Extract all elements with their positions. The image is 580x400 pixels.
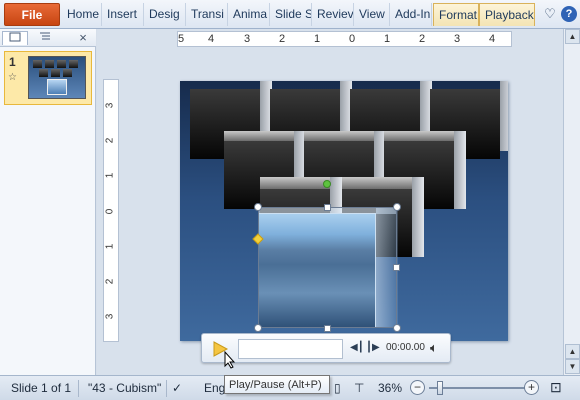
ruler-number: 2	[419, 33, 426, 45]
pane-tabs: ×	[0, 29, 96, 47]
outline-icon	[40, 32, 50, 40]
vertical-scrollbar[interactable]: ▲ ▲ ▼	[563, 29, 580, 375]
ruler-number: 4	[489, 33, 496, 45]
mouse-cursor-icon	[224, 350, 236, 372]
rotate-handle[interactable]	[323, 180, 331, 188]
vertical-ruler: 3 2 1 0 1 2 3	[103, 79, 119, 342]
tab-animations[interactable]: Anima	[228, 3, 270, 26]
ruler-number: 3	[454, 33, 461, 45]
step-forward-icon[interactable]: ┃▶	[366, 342, 380, 353]
ruler-number: 0	[349, 33, 356, 45]
slide-show-icon[interactable]: ⊤	[354, 381, 364, 395]
zoom-out-button[interactable]: −	[410, 380, 425, 395]
seek-bar[interactable]	[238, 339, 343, 359]
tab-design[interactable]: Desig	[144, 3, 186, 26]
minimize-ribbon-icon[interactable]: ♡	[542, 6, 558, 22]
media-controls: ◀┃ ┃▶ 00:00.00 🔈︎	[201, 333, 451, 363]
animation-star-icon: ☆	[8, 72, 17, 83]
tab-format[interactable]: Format	[433, 3, 479, 26]
ruler-number: 5	[178, 33, 185, 45]
ruler-number: 3	[104, 102, 116, 109]
ruler-number: 2	[279, 33, 286, 45]
tab-slide-show[interactable]: Slide S	[270, 3, 312, 26]
zoom-slider-thumb[interactable]	[437, 381, 443, 395]
slides-tab[interactable]	[2, 31, 28, 45]
outline-tab[interactable]	[32, 31, 58, 45]
ruler-number: 2	[104, 278, 116, 285]
resize-handle[interactable]	[393, 324, 401, 332]
resize-handle[interactable]	[393, 203, 401, 211]
ruler-number: 3	[244, 33, 251, 45]
resize-handle[interactable]	[324, 325, 331, 332]
ruler-number: 1	[314, 33, 321, 45]
ruler-number: 1	[384, 33, 391, 45]
tab-transitions[interactable]: Transi	[186, 3, 228, 26]
zoom-level[interactable]: 36%	[378, 381, 402, 395]
tab-insert[interactable]: Insert	[102, 3, 144, 26]
slide-number: 1	[9, 55, 16, 69]
volume-icon[interactable]: 🔈︎	[430, 340, 438, 356]
help-icon[interactable]: ?	[561, 6, 577, 22]
ruler-number: 2	[104, 137, 116, 144]
resize-handle[interactable]	[324, 204, 331, 211]
selection-box	[258, 207, 397, 328]
ruler-number: 1	[104, 172, 116, 179]
resize-handle[interactable]	[254, 203, 262, 211]
slide-thumbnail-selected[interactable]: 1 ☆	[4, 51, 92, 105]
slide-thumbnail-image	[28, 56, 86, 99]
tooltip: Play/Pause (Alt+P)	[224, 375, 330, 394]
tab-home[interactable]: Home	[62, 3, 102, 26]
tab-view[interactable]: View	[354, 3, 390, 26]
close-pane-icon[interactable]: ×	[70, 31, 96, 45]
reading-view-icon[interactable]: ▯	[334, 381, 341, 395]
ruler-number: 4	[208, 33, 215, 45]
tab-add-ins[interactable]: Add-In	[390, 3, 432, 26]
ruler-number: 3	[104, 313, 116, 320]
media-time: 00:00.00	[386, 342, 425, 353]
slide-counter: Slide 1 of 1	[11, 381, 72, 395]
scroll-next-slide-icon[interactable]: ▼	[565, 359, 580, 374]
tab-playback[interactable]: Playback	[479, 3, 535, 26]
zoom-slider[interactable]	[429, 387, 525, 389]
horizontal-ruler: 5 4 3 2 1 0 1 2 3 4	[177, 31, 512, 47]
slides-pane: × 1 ☆	[0, 29, 96, 375]
ribbon-tab-bar: File Home Insert Desig Transi Anima Slid…	[0, 0, 580, 29]
scroll-up-icon[interactable]: ▲	[565, 29, 580, 44]
zoom-in-button[interactable]: +	[524, 380, 539, 395]
resize-handle[interactable]	[254, 324, 262, 332]
file-tab[interactable]: File	[4, 3, 60, 26]
slides-icon	[9, 32, 21, 42]
theme-name[interactable]: "43 - Cubism"	[88, 381, 161, 395]
tab-review[interactable]: Reviev	[312, 3, 354, 26]
spell-check-icon[interactable]: ✓	[172, 381, 182, 395]
step-back-icon[interactable]: ◀┃	[350, 342, 364, 353]
fit-to-window-icon[interactable]: ⊡	[550, 379, 562, 396]
ruler-number: 0	[104, 208, 116, 215]
scroll-previous-slide-icon[interactable]: ▲	[565, 344, 580, 359]
ruler-number: 1	[104, 243, 116, 250]
language-indicator[interactable]: Eng	[204, 381, 225, 395]
resize-handle[interactable]	[393, 264, 400, 271]
